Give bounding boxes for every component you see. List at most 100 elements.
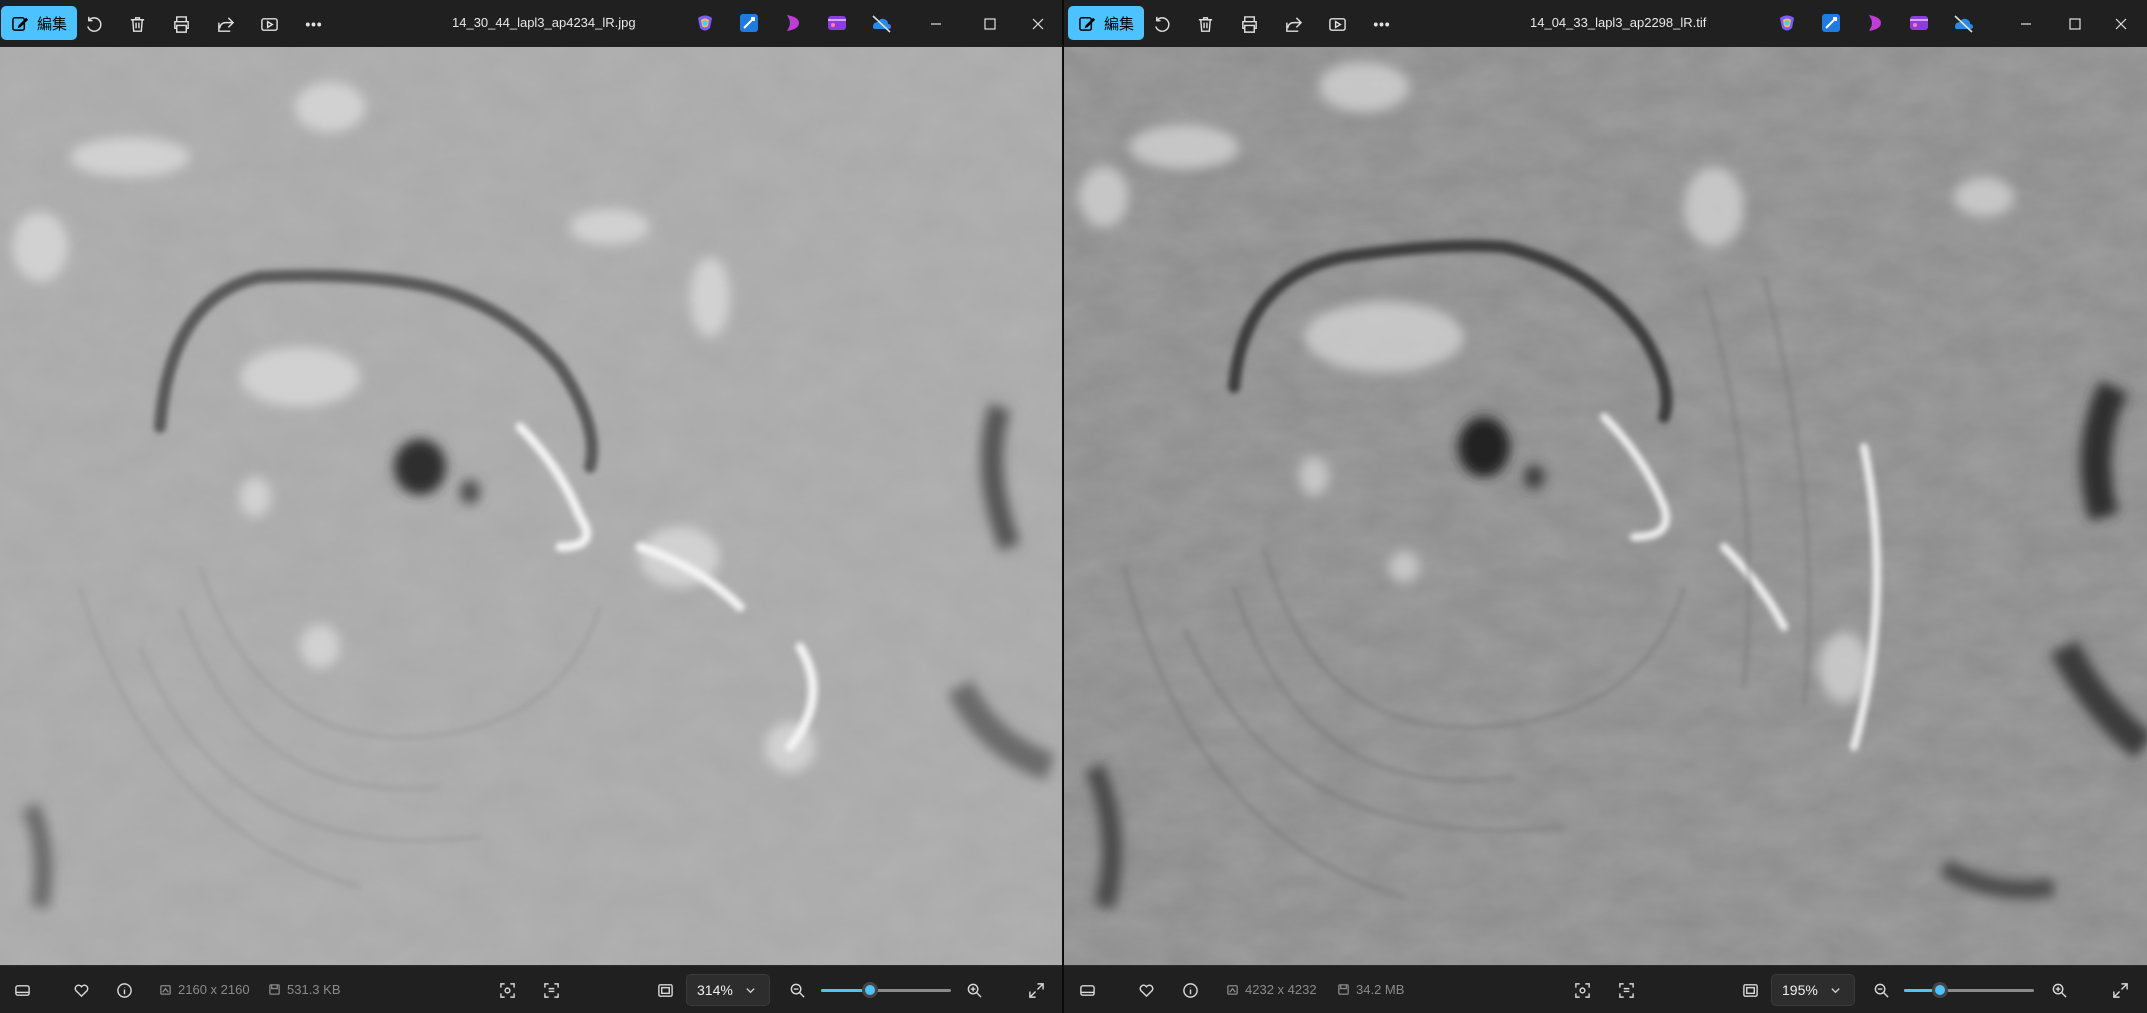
minimize-icon (931, 23, 941, 25)
minimize-button[interactable] (2008, 6, 2044, 42)
file-size-value: 34.2 MB (1356, 982, 1405, 997)
face-detect-icon (1574, 982, 1590, 998)
status-bar: 2160 x 2160 531.3 KB 314% (0, 965, 1062, 1013)
zoom-out-icon (1874, 983, 1889, 998)
slideshow-button[interactable] (253, 8, 285, 40)
designer-icon[interactable] (738, 12, 760, 34)
delete-icon (130, 16, 144, 32)
ocr-button[interactable] (538, 977, 564, 1003)
fit-icon (657, 983, 673, 997)
full-screen-button[interactable] (1023, 977, 1049, 1003)
share-button[interactable] (1277, 8, 1309, 40)
full-screen-button[interactable] (2107, 977, 2133, 1003)
filmstrip-icon (1079, 984, 1095, 996)
close-icon (2115, 18, 2127, 30)
zoom-in-button[interactable] (961, 977, 987, 1003)
solar-image (1064, 47, 2147, 966)
onedrive-icon[interactable] (870, 12, 892, 34)
rotate-icon (1154, 16, 1170, 32)
zoom-level-select[interactable]: 195% (1771, 974, 1855, 1006)
more-button[interactable] (1365, 8, 1397, 40)
share-icon (1285, 16, 1302, 32)
slideshow-icon (260, 17, 278, 31)
edit-label: 編集 (1104, 15, 1135, 33)
ocr-button[interactable] (1613, 977, 1639, 1003)
file-size-icon (1338, 984, 1349, 995)
image-dimensions: 4232 x 4232 (1226, 982, 1317, 997)
favorite-icon (1139, 984, 1153, 997)
full-screen-icon (1028, 982, 1044, 998)
favorite-button[interactable] (68, 977, 94, 1003)
print-button[interactable] (1233, 8, 1265, 40)
print-icon (1241, 15, 1257, 33)
edit-button[interactable]: 編集 (1, 6, 78, 40)
delete-button[interactable] (1189, 8, 1221, 40)
edit-button[interactable]: 編集 (1068, 6, 1145, 40)
maximize-button[interactable] (972, 6, 1008, 42)
share-button[interactable] (209, 8, 241, 40)
chevron-down-icon (1831, 987, 1840, 993)
zoom-slider-thumb[interactable] (862, 982, 879, 998)
clipchamp-icon[interactable] (782, 12, 804, 34)
zoom-out-button[interactable] (1868, 977, 1894, 1003)
zoom-slider-thumb[interactable] (1932, 982, 1949, 998)
title-bar: 編集 14_04_33_lapl3_ap2298_lR.tif (1064, 0, 2147, 47)
zoom-slider[interactable] (1904, 982, 2034, 998)
info-icon (1182, 982, 1198, 998)
file-size: 34.2 MB (1337, 982, 1404, 997)
dimensions-icon (160, 985, 171, 995)
print-button[interactable] (165, 8, 197, 40)
filmstrip-button[interactable] (9, 977, 35, 1003)
image-dimensions-value: 2160 x 2160 (178, 982, 250, 997)
zoom-out-button[interactable] (784, 977, 810, 1003)
minimize-button[interactable] (918, 6, 954, 42)
solar-image (0, 47, 1062, 966)
close-icon (1032, 18, 1044, 30)
image-canvas[interactable] (1064, 47, 2147, 966)
face-detect-button[interactable] (494, 977, 520, 1003)
slideshow-button[interactable] (1321, 8, 1353, 40)
zoom-in-button[interactable] (2046, 977, 2072, 1003)
zoom-in-icon (967, 983, 982, 998)
more-icon (305, 22, 321, 26)
full-screen-icon (2112, 982, 2128, 998)
favorite-button[interactable] (1133, 977, 1159, 1003)
close-button[interactable] (1020, 6, 1056, 42)
image-dimensions: 2160 x 2160 (159, 982, 250, 997)
info-button[interactable] (111, 977, 137, 1003)
zoom-level-value: 195% (1782, 982, 1818, 998)
zoom-slider[interactable] (821, 982, 951, 998)
zoom-level-select[interactable]: 314% (686, 974, 770, 1006)
zoom-in-icon (2052, 983, 2067, 998)
favorite-icon (74, 984, 88, 997)
copilot-icon[interactable] (1776, 12, 1798, 34)
fit-button[interactable] (652, 977, 678, 1003)
title-bar: 編集 14_30_44_lapl3_ap4234_lR.jpg (0, 0, 1062, 47)
image-canvas[interactable] (0, 47, 1062, 966)
face-detect-button[interactable] (1569, 977, 1595, 1003)
more-button[interactable] (297, 8, 329, 40)
file-size-icon (269, 984, 280, 995)
rotate-button[interactable] (1145, 8, 1177, 40)
designer-icon[interactable] (1820, 12, 1842, 34)
filmstrip-button[interactable] (1074, 977, 1100, 1003)
delete-button[interactable] (121, 8, 153, 40)
delete-icon (1198, 16, 1212, 32)
edit-icon (1079, 16, 1096, 31)
info-button[interactable] (1177, 977, 1203, 1003)
video-editor-icon[interactable] (826, 12, 848, 34)
clipchamp-icon[interactable] (1864, 12, 1886, 34)
file-title: 14_30_44_lapl3_ap4234_lR.jpg (452, 15, 636, 30)
dimensions-icon (1227, 985, 1238, 995)
maximize-button[interactable] (2057, 6, 2093, 42)
fit-button[interactable] (1737, 977, 1763, 1003)
close-button[interactable] (2103, 6, 2139, 42)
video-editor-icon[interactable] (1908, 12, 1930, 34)
rotate-button[interactable] (77, 8, 109, 40)
slideshow-icon (1328, 17, 1346, 31)
photo-viewer-window-right: 編集 14_04_33_lapl3_ap2298_lR.tif 4232 x 4… (1064, 0, 2147, 1013)
maximize-icon (2069, 18, 2081, 30)
onedrive-icon[interactable] (1952, 12, 1974, 34)
file-size: 531.3 KB (268, 982, 341, 997)
copilot-icon[interactable] (694, 12, 716, 34)
